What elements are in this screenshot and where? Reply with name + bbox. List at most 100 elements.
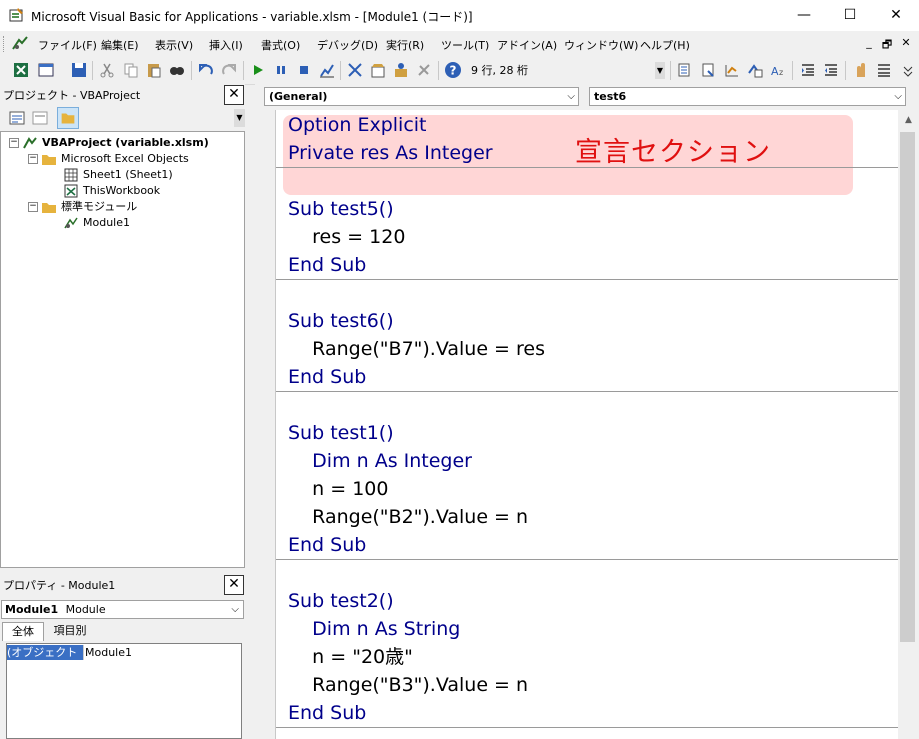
insert-userform-icon[interactable] [37,61,55,79]
object-browser-icon[interactable] [392,61,410,79]
project-pane-scroll-icon[interactable]: ▼ [234,109,245,127]
project-pane-header: プロジェクト - VBAProject ✕ [0,84,245,105]
menu-debug[interactable]: デバッグ(D) [317,37,378,53]
view-object-icon[interactable] [31,109,49,127]
code-line[interactable]: End Sub [288,699,366,727]
menu-help[interactable]: ヘルプ(H) [640,37,690,53]
properties-object-select[interactable]: Module1 Module ⌵ [1,600,244,619]
break-icon[interactable] [272,61,290,79]
menu-edit[interactable]: 編集(E) [101,37,139,53]
menu-tools[interactable]: ツール(T) [441,37,489,53]
code-line[interactable]: Range("B3").Value = n [288,671,528,699]
collapse-icon[interactable]: − [28,202,38,212]
property-name[interactable]: (オブジェクト名) [7,645,84,674]
tree-item-vbaproject[interactable]: − VBAProject (variable.xlsm) [9,135,209,151]
run-icon[interactable] [249,61,267,79]
code-line[interactable]: Dim n As Integer [288,447,472,475]
list-properties-icon[interactable] [676,61,694,79]
menu-window[interactable]: ウィンドウ(W) [564,37,638,53]
toolbar-options-icon[interactable]: ▼ [655,62,665,79]
code-line[interactable]: n = "20歳" [288,643,413,671]
code-vertical-scrollbar[interactable]: ▲ [898,110,919,739]
project-tree: − VBAProject (variable.xlsm) − Microsoft E… [0,131,245,568]
minimize-button[interactable]: — [781,0,827,31]
code-line[interactable]: Sub test1() [288,419,394,447]
toolbar-separator [92,61,93,80]
code-line[interactable]: Sub test6() [288,307,394,335]
scroll-thumb[interactable] [900,132,915,642]
undo-icon[interactable] [197,61,215,79]
code-line[interactable]: res = 120 [288,223,405,251]
complete-word-icon[interactable]: Az [769,61,787,79]
toolbar-overflow-icon[interactable] [901,61,915,79]
mdi-restore-button[interactable]: 🗗 [880,36,894,55]
close-button[interactable]: ✕ [873,0,919,31]
menu-file[interactable]: ファイル(F) [38,37,97,53]
tree-item-excel-objects[interactable]: − Microsoft Excel Objects [28,151,189,167]
menu-run[interactable]: 実行(R) [386,37,424,53]
indent-icon[interactable] [799,61,817,79]
collapse-icon[interactable]: − [9,138,19,148]
tree-item-module1[interactable]: Module1 [63,215,130,231]
tab-alphabetic[interactable]: 全体 [2,622,44,641]
view-code-icon[interactable] [8,109,26,127]
code-line[interactable]: Range("B7").Value = res [288,335,545,363]
chevron-down-icon[interactable]: ⌵ [231,601,239,618]
project-pane-close-button[interactable]: ✕ [224,85,244,105]
quick-info-icon[interactable] [723,61,741,79]
outdent-icon[interactable] [822,61,840,79]
code-line[interactable]: Dim n As String [288,615,460,643]
vba-editor-icon[interactable] [11,35,29,53]
chevron-down-icon[interactable]: ⌵ [567,88,575,105]
property-value[interactable]: Module1 [85,645,235,660]
mdi-close-button[interactable]: ✕ [899,36,913,49]
cut-icon[interactable] [98,61,116,79]
toggle-folders-icon[interactable] [57,107,79,129]
code-line[interactable]: Private res As Integer [288,139,493,167]
chevron-down-icon[interactable]: ⌵ [894,88,902,105]
comment-block-icon[interactable] [875,61,893,79]
code-line[interactable]: Option Explicit [288,111,427,139]
properties-window-icon[interactable] [369,61,387,79]
code-line[interactable]: n = 100 [288,475,388,503]
save-icon[interactable] [70,61,88,79]
copy-icon[interactable] [122,61,140,79]
code-line[interactable]: Sub test2() [288,587,394,615]
code-line[interactable]: End Sub [288,251,366,279]
help-icon[interactable]: ? [444,61,462,79]
find-icon[interactable] [168,61,186,79]
properties-pane-close-button[interactable]: ✕ [224,575,244,595]
maximize-button[interactable]: ☐ [827,0,873,31]
menu-view[interactable]: 表示(V) [155,37,193,53]
menu-addins[interactable]: アドイン(A) [497,37,557,53]
menubar-grip[interactable] [3,36,7,52]
code-margin[interactable] [255,110,276,739]
scroll-up-icon[interactable]: ▲ [898,110,919,130]
collapse-icon[interactable]: − [28,154,38,164]
code-line[interactable]: Range("B2").Value = n [288,503,528,531]
tree-item-standard-modules[interactable]: − 標準モジュール [28,199,137,215]
code-line[interactable]: End Sub [288,363,366,391]
tree-item-thisworkbook[interactable]: ThisWorkbook [63,183,160,199]
design-mode-icon[interactable] [318,61,336,79]
paste-icon[interactable] [145,61,163,79]
code-editor[interactable]: 宣言セクション Option Explicit Private res As I… [276,110,898,739]
code-line[interactable]: End Sub [288,531,366,559]
object-select[interactable]: (General) ⌵ [264,87,579,106]
redo-icon[interactable] [220,61,238,79]
excel-icon[interactable] [12,61,30,79]
project-explorer-icon[interactable] [346,61,364,79]
parameter-info-icon[interactable] [746,61,764,79]
code-line[interactable]: Sub test5() [288,195,394,223]
tab-categorized[interactable]: 項目別 [46,622,94,640]
menu-format[interactable]: 書式(O) [261,37,300,53]
procedure-select[interactable]: test6 ⌵ [589,87,906,106]
mdi-minimize-button[interactable]: _ [862,36,876,49]
toggle-breakpoint-icon[interactable] [852,61,870,79]
menu-insert[interactable]: 挿入(I) [209,37,243,53]
tree-item-sheet1[interactable]: Sheet1 (Sheet1) [63,167,173,183]
list-constants-icon[interactable] [700,61,718,79]
toolbox-icon[interactable] [415,61,433,79]
procedure-separator [276,279,898,280]
reset-icon[interactable] [295,61,313,79]
